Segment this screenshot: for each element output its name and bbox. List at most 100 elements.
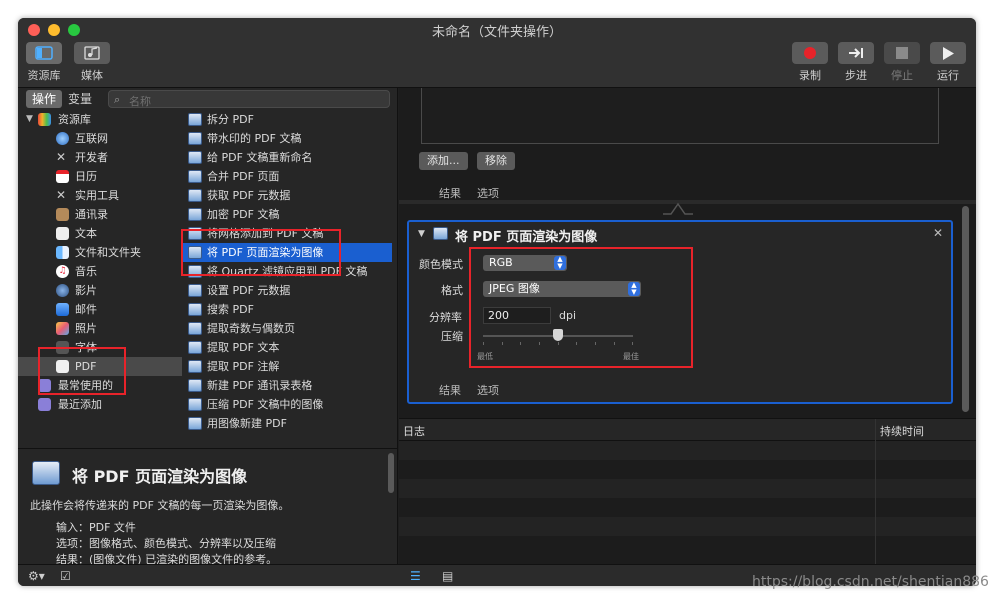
action-label: 带水印的 PDF 文稿 xyxy=(207,132,302,145)
duration-column-header[interactable]: 持续时间 xyxy=(880,423,924,439)
category-text[interactable]: 文本 xyxy=(18,224,182,243)
category-label: 照片 xyxy=(75,322,97,335)
media-button[interactable] xyxy=(74,42,110,64)
description-pane: 将 PDF 页面渲染为图像 此操作会将传递来的 PDF 文稿的每一页渲染为图像。… xyxy=(18,448,398,566)
action-item[interactable]: 用图像新建 PDF xyxy=(182,414,392,433)
action-item[interactable]: 合并 PDF 页面 xyxy=(182,167,392,186)
automator-action-icon xyxy=(188,417,202,430)
log-row xyxy=(399,536,976,555)
log-row xyxy=(399,498,976,517)
category-recently-added[interactable]: 最近添加 xyxy=(18,395,182,414)
library-toggle-button[interactable] xyxy=(26,42,62,64)
action-item[interactable]: 提取 PDF 注解 xyxy=(182,357,392,376)
library-toggle-label: 资源库 xyxy=(27,69,61,82)
action-item[interactable]: 压缩 PDF 文稿中的图像 xyxy=(182,395,392,414)
category-utilities[interactable]: ✕ 实用工具 xyxy=(18,186,182,205)
disclosure-triangle-icon[interactable]: ▼ xyxy=(26,110,33,129)
action-label: 加密 PDF 文稿 xyxy=(207,208,280,221)
description-input: 输入：PDF 文件 xyxy=(56,521,136,534)
add-button[interactable]: 添加... xyxy=(419,152,468,170)
media-icon xyxy=(84,46,100,60)
category-movies[interactable]: 影片 xyxy=(18,281,182,300)
tools-icon: ✕ xyxy=(56,150,67,164)
action-label: 合并 PDF 页面 xyxy=(207,170,280,183)
category-internet[interactable]: 互联网 xyxy=(18,129,182,148)
action-item[interactable]: 提取奇数与偶数页 xyxy=(182,319,392,338)
tab-variables[interactable]: 变量 xyxy=(62,90,98,108)
stop-button[interactable] xyxy=(884,42,920,64)
action-label: 给 PDF 文稿重新命名 xyxy=(207,151,313,164)
record-button[interactable] xyxy=(792,42,828,64)
search-icon: ⌕ xyxy=(114,93,121,106)
category-label: 最近添加 xyxy=(58,398,102,411)
action-item[interactable]: 加密 PDF 文稿 xyxy=(182,205,392,224)
split-view-icon[interactable]: ▤ xyxy=(442,569,453,583)
step-button[interactable] xyxy=(838,42,874,64)
action-label: 获取 PDF 元数据 xyxy=(207,189,291,202)
description-options: 选项：图像格式、颜色模式、分辨率以及压缩 xyxy=(56,537,276,550)
category-library[interactable]: ▼ 资源库 xyxy=(18,110,182,129)
action-item[interactable]: 给 PDF 文稿重新命名 xyxy=(182,148,392,167)
action-item[interactable]: 拆分 PDF xyxy=(182,110,392,129)
action-label: 提取奇数与偶数页 xyxy=(207,322,295,335)
category-label: 邮件 xyxy=(75,303,97,316)
action-item[interactable]: 提取 PDF 文本 xyxy=(182,338,392,357)
music-icon: ♫ xyxy=(56,265,69,278)
action-item[interactable]: 搜索 PDF xyxy=(182,300,392,319)
description-toggle-icon[interactable]: ☑ xyxy=(60,569,71,583)
tab-actions[interactable]: 操作 xyxy=(26,90,63,108)
category-calendar[interactable]: 日历 xyxy=(18,167,182,186)
action-item[interactable]: 设置 PDF 元数据 xyxy=(182,281,392,300)
remove-button[interactable]: 移除 xyxy=(477,152,515,170)
log-column-header[interactable]: 日志 xyxy=(403,423,425,439)
workflow-scrollbar[interactable] xyxy=(962,206,969,412)
action-label: 新建 PDF 通讯录表格 xyxy=(207,379,313,392)
category-music[interactable]: ♫ 音乐 xyxy=(18,262,182,281)
globe-icon xyxy=(56,132,69,145)
run-button[interactable] xyxy=(930,42,966,64)
action-label: 拆分 PDF xyxy=(207,113,254,126)
automator-action-icon xyxy=(188,132,202,145)
annotation-box-options xyxy=(469,247,693,368)
action-item[interactable]: 新建 PDF 通讯录表格 xyxy=(182,376,392,395)
library-scrollbar[interactable] xyxy=(390,88,397,448)
gear-icon[interactable]: ⚙▾ xyxy=(28,569,45,583)
stop-icon xyxy=(896,47,908,59)
close-icon[interactable]: ✕ xyxy=(933,226,943,240)
automator-action-icon xyxy=(188,208,202,221)
results-tab[interactable]: 结果 xyxy=(439,382,461,398)
category-label: 实用工具 xyxy=(75,189,119,202)
category-label: 资源库 xyxy=(58,113,91,126)
category-photos[interactable]: 照片 xyxy=(18,319,182,338)
category-developer[interactable]: ✕ 开发者 xyxy=(18,148,182,167)
category-contacts[interactable]: 通讯录 xyxy=(18,205,182,224)
library-search-field[interactable]: ⌕ 名称 xyxy=(108,90,390,108)
prev-options-tab[interactable]: 选项 xyxy=(477,185,499,201)
utilities-icon: ✕ xyxy=(56,188,67,202)
automator-action-icon xyxy=(188,341,202,354)
category-files-folders[interactable]: 文件和文件夹 xyxy=(18,243,182,262)
automator-action-icon xyxy=(188,322,202,335)
record-icon xyxy=(804,47,816,59)
step-icon xyxy=(849,48,863,58)
category-mail[interactable]: 邮件 xyxy=(18,300,182,319)
log-row xyxy=(399,517,976,536)
annotation-box-pdf xyxy=(38,347,126,395)
prev-results-tab[interactable]: 结果 xyxy=(439,185,461,201)
collapse-triangle-icon[interactable]: ▼ xyxy=(418,229,425,239)
log-row xyxy=(399,460,976,479)
automator-action-icon xyxy=(188,284,202,297)
action-item[interactable]: 获取 PDF 元数据 xyxy=(182,186,392,205)
log-column-divider xyxy=(875,419,876,565)
movie-icon xyxy=(56,284,69,297)
log-pane: 日志 持续时间 xyxy=(399,418,976,565)
options-tab[interactable]: 选项 xyxy=(477,382,499,398)
category-label: 影片 xyxy=(75,284,97,297)
description-scrollbar[interactable] xyxy=(388,453,394,493)
search-placeholder: 名称 xyxy=(129,95,151,108)
action-item[interactable]: 带水印的 PDF 文稿 xyxy=(182,129,392,148)
automator-action-icon xyxy=(188,360,202,373)
action-title: 将 PDF 页面渲染为图像 xyxy=(455,230,598,245)
category-label: 音乐 xyxy=(75,265,97,278)
list-view-icon[interactable]: ☰ xyxy=(410,569,421,583)
